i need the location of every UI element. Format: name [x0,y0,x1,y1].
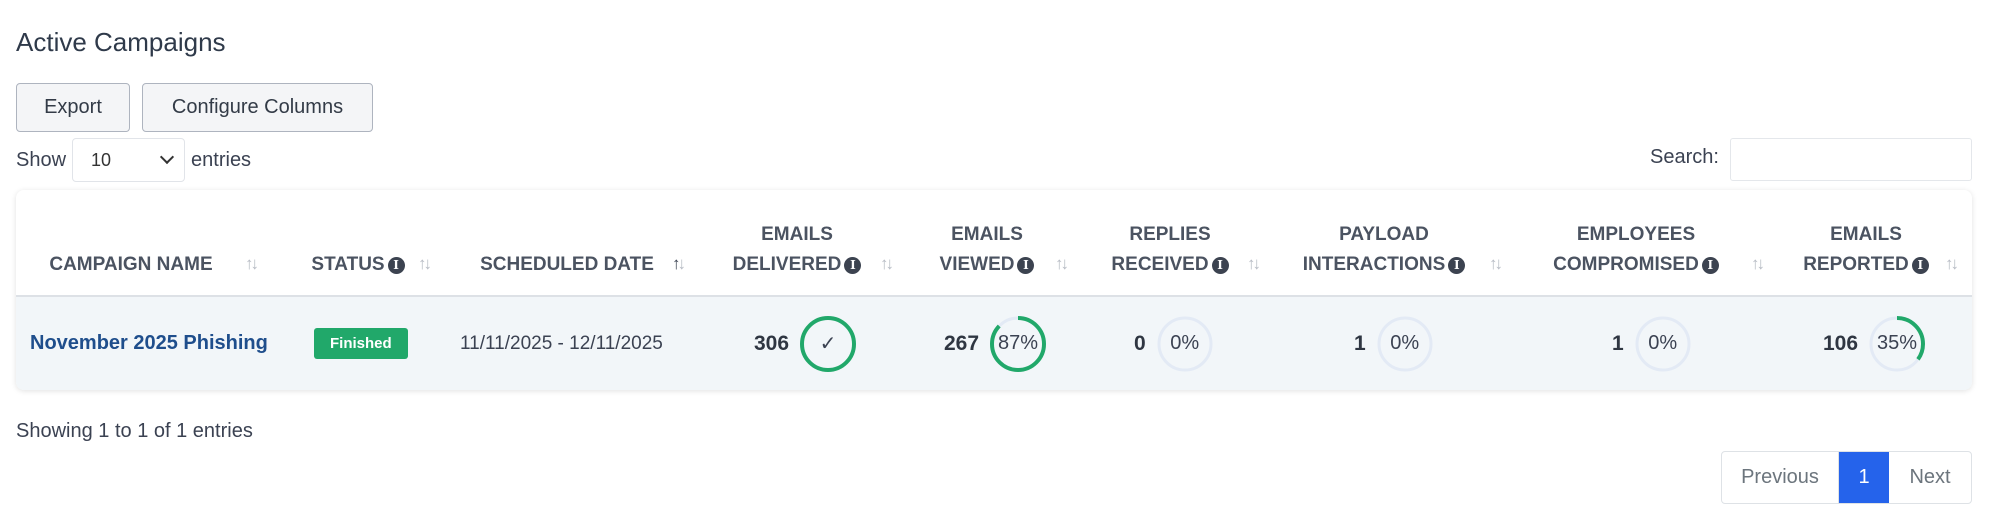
column-header-emails-delivered[interactable]: EMAILS DELIVERED i [722,210,872,280]
campaign-name-link[interactable]: November 2025 Phishing [30,332,268,355]
info-icon[interactable]: i [387,257,405,274]
sort-icon[interactable]: ↑↓ [418,254,432,274]
employees-compromised-progress-ring: 0% [1634,315,1692,373]
search-label: Search: [1650,146,1719,168]
replies-received-progress-ring: 0% [1156,315,1214,373]
progress-label: 87% [998,332,1039,354]
configure-columns-button[interactable]: Configure Columns [142,83,373,132]
campaigns-table: CAMPAIGN NAME ↑↓ STATUS i ↑↓ SCHEDULED DA… [16,190,1972,390]
column-header-line1: EMAILS [761,224,833,245]
metric-cell: 267 87% [944,297,1047,390]
emails-delivered-count: 306 [754,331,790,355]
column-header-label: STATUS [311,254,385,275]
column-header-payload-interactions[interactable]: PAYLOAD INTERACTIONS i [1299,210,1469,280]
next-page-button[interactable]: Next [1889,452,1971,503]
metric-cell: 106 35% [1823,297,1926,390]
status-cell: Finished [314,297,408,390]
payload-interactions-progress-ring: 0% [1376,315,1434,373]
column-header-line1: EMPLOYEES [1576,224,1696,245]
info-icon[interactable]: i [1448,257,1466,274]
column-header-scheduled-date[interactable]: SCHEDULED DATE [468,210,666,280]
emails-viewed-progress-ring: 87% [989,315,1047,373]
status-badge: Finished [314,328,408,359]
column-header-line1: EMAILS [1830,224,1902,245]
sort-icon[interactable]: ↑↓ [880,254,894,274]
column-header-line1: EMAILS [951,224,1023,245]
progress-label: 0% [1390,332,1420,354]
emails-viewed-count: 267 [944,331,980,355]
page-title: Active Campaigns [16,27,226,57]
entries-select-value: 10 [91,149,112,170]
column-header-line1: REPLIES [1129,224,1211,245]
column-header-label: DELIVERED [732,254,842,275]
progress-label: 35% [1877,332,1918,354]
page-1-button[interactable]: 1 [1839,452,1889,503]
sort-icon[interactable]: ↑↓ [1945,254,1959,274]
replies-received-count: 0 [1134,331,1146,355]
info-icon[interactable]: i [1211,257,1229,274]
entries-select[interactable]: 10 [72,138,186,182]
column-header-status[interactable]: STATUS i [293,210,423,280]
column-header-label: INTERACTIONS [1302,254,1446,275]
column-header-label: RECEIVED [1111,254,1209,275]
metric-cell: 306 ✓ [754,297,857,390]
pagination: Previous 1 Next [1721,451,1972,504]
sort-icon[interactable]: ↑↓ [1489,254,1503,274]
metric-cell: 1 0% [1354,297,1434,390]
progress-label: 0% [1648,332,1678,354]
column-header-emails-reported[interactable]: EMAILS REPORTED i [1796,210,1936,280]
column-header-label: SCHEDULED DATE [480,254,654,275]
info-icon[interactable]: i [1701,257,1719,274]
emails-reported-count: 106 [1823,331,1859,355]
column-header-replies-received[interactable]: REPLIES RECEIVED i [1100,210,1240,280]
employees-compromised-count: 1 [1612,331,1624,355]
sort-icon[interactable]: ↑↓ [245,254,259,274]
column-header-line1: PAYLOAD [1339,224,1429,245]
entries-length-control: Show 10 entries [16,138,251,182]
info-icon[interactable]: i [1017,257,1035,274]
emails-reported-progress-ring: 35% [1868,315,1926,373]
export-button[interactable]: Export [16,83,130,132]
check-icon: ✓ [819,333,837,355]
search-input[interactable] [1730,138,1972,181]
column-header-label: CAMPAIGN NAME [49,254,213,275]
show-label: Show [16,148,67,171]
column-header-campaign-name[interactable]: CAMPAIGN NAME [46,210,216,280]
sort-icon[interactable]: ↑↓ [1751,254,1765,274]
metric-cell: 0 0% [1134,297,1214,390]
info-icon[interactable]: i [1911,257,1929,274]
scheduled-date-cell: 11/11/2025 - 12/11/2025 [460,297,663,390]
metric-cell: 1 0% [1612,297,1692,390]
info-icon[interactable]: i [844,257,862,274]
payload-interactions-count: 1 [1354,331,1366,355]
column-header-label: VIEWED [939,254,1015,275]
column-header-emails-viewed[interactable]: EMAILS VIEWED i [922,210,1052,280]
column-header-label: COMPROMISED [1553,254,1699,275]
scheduled-date: 11/11/2025 - 12/11/2025 [460,332,663,354]
entries-label: entries [191,148,252,171]
chevron-down-icon [159,149,175,165]
sort-icon[interactable]: ↑↓ [1055,254,1069,274]
sort-icon[interactable]: ↑↓ [1247,254,1261,274]
previous-page-button[interactable]: Previous [1722,452,1839,503]
table-info: Showing 1 to 1 of 1 entries [16,420,253,442]
column-header-employees-compromised[interactable]: EMPLOYEES COMPROMISED i [1541,210,1731,280]
progress-label: 0% [1170,332,1200,354]
column-header-label: REPORTED [1803,254,1909,275]
campaign-name-cell: November 2025 Phishing [30,297,268,390]
sort-asc-icon[interactable]: ↑↓ [672,254,686,274]
emails-delivered-progress-ring: ✓ [799,315,857,373]
